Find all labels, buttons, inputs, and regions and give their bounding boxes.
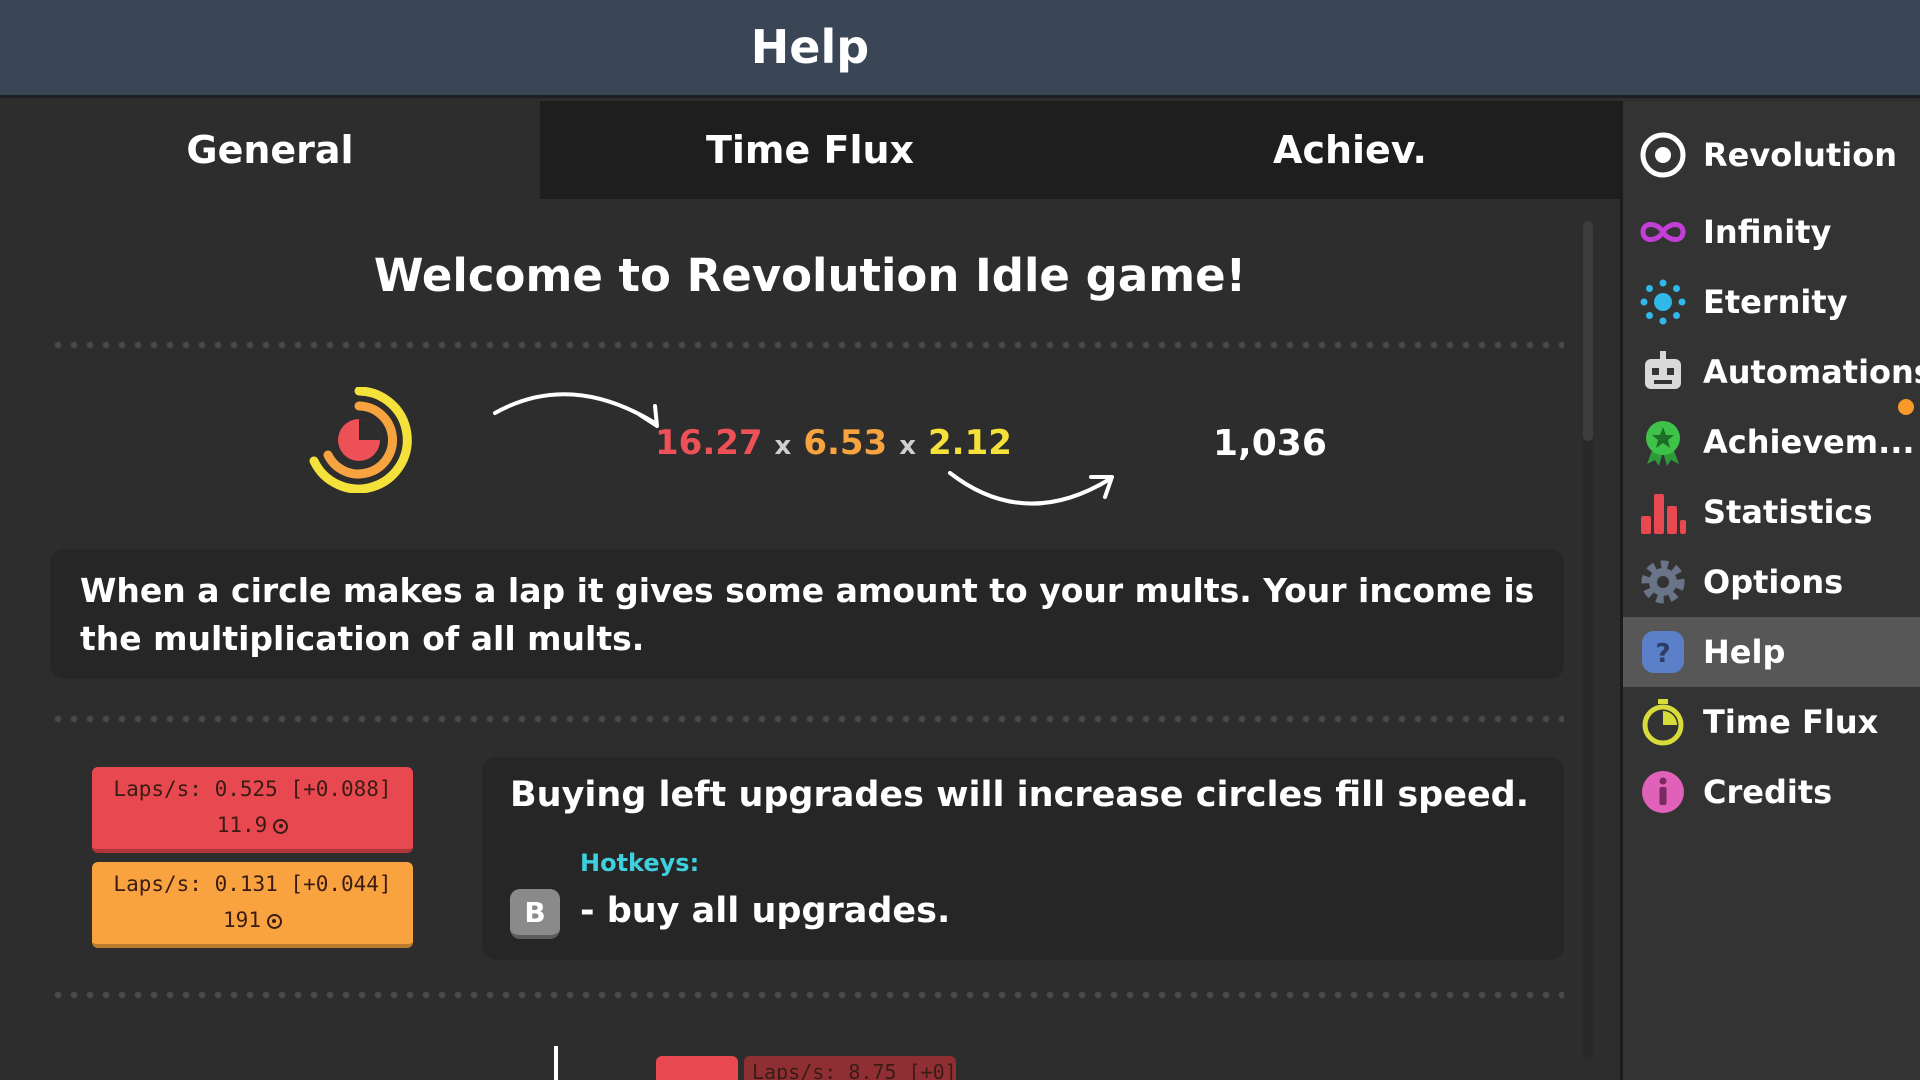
question-icon: ?	[1639, 628, 1687, 676]
sidebar-item-achievements[interactable]: Achievem...	[1623, 399, 1920, 477]
upgrade-button[interactable]	[656, 1056, 738, 1080]
gear-icon	[1639, 558, 1687, 606]
upgrade-cost: 191	[92, 902, 413, 938]
bar-chart-icon	[1639, 488, 1687, 536]
sidebar-item-statistics[interactable]: Statistics	[1623, 477, 1920, 547]
cursor-line	[554, 1046, 558, 1080]
sidebar-item-label: Time Flux	[1703, 703, 1879, 741]
multiply-sign: x	[899, 431, 916, 461]
mult-value: 16.27	[655, 423, 763, 463]
tab-achievements[interactable]: Achiev.	[1080, 101, 1620, 199]
upgrade-label: Laps/s: 0.525 [+0.088]	[113, 777, 392, 801]
help-panel: General Time Flux Achiev. Welcome to Rev…	[0, 101, 1620, 1080]
sidebar-item-label: Options	[1703, 563, 1844, 601]
dotted-divider	[50, 341, 1564, 349]
multiply-sign: x	[774, 431, 792, 461]
revolution-circle-icon	[309, 387, 412, 493]
hotkeys-label: Hotkeys:	[580, 849, 700, 877]
tab-time-flux[interactable]: Time Flux	[540, 101, 1080, 199]
sidebar-item-time-flux[interactable]: Time Flux	[1623, 687, 1920, 757]
sidebar-item-infinity[interactable]: Infinity	[1623, 197, 1920, 267]
info-icon	[1639, 768, 1687, 816]
sidebar-item-label: Help	[1703, 633, 1786, 671]
stopwatch-icon	[1639, 698, 1687, 746]
sidebar-item-eternity[interactable]: Eternity	[1623, 267, 1920, 337]
robot-icon	[1639, 348, 1687, 396]
sidebar-item-credits[interactable]: Credits	[1623, 757, 1920, 827]
hotkey-description: - buy all upgrades.	[580, 891, 951, 931]
sidebar-item-automations[interactable]: Automations	[1623, 337, 1920, 407]
infinity-icon	[1639, 208, 1687, 256]
tab-general[interactable]: General	[0, 101, 540, 199]
revolution-icon	[1639, 131, 1687, 179]
upgrades-info-box: Buying left upgrades will increase circl…	[482, 757, 1564, 960]
sidebar-item-label: Automations	[1703, 353, 1920, 391]
currency-icon	[273, 818, 289, 834]
notification-dot	[1898, 399, 1914, 415]
sidebar-item-label: Credits	[1703, 773, 1833, 811]
sidebar-item-label: Eternity	[1703, 283, 1848, 321]
sidebar-item-help[interactable]: ? Help	[1623, 617, 1920, 687]
upgrade-button[interactable]: Laps/s: 0.131 [+0.044] 191	[92, 862, 413, 948]
welcome-heading: Welcome to Revolution Idle game!	[373, 249, 1247, 302]
mult-value: 2.12	[928, 423, 1012, 463]
sidebar-item-revolution[interactable]: Revolution	[1623, 120, 1920, 190]
upgrade-button[interactable]: Laps/s: 0.525 [+0.088] 11.9	[92, 767, 413, 853]
upgrade-cost-value: 11.9	[216, 813, 268, 837]
currency-icon	[266, 913, 282, 929]
achievement-ribbon-icon	[1639, 418, 1687, 466]
sidebar-item-label: Achievem...	[1703, 423, 1915, 461]
help-tabs: General Time Flux Achiev.	[0, 101, 1620, 199]
income-result: 1,036	[1213, 423, 1327, 464]
eternity-icon	[1639, 278, 1687, 326]
mult-value: 6.53	[803, 423, 888, 463]
dotted-divider	[50, 991, 1564, 999]
page-title: Help	[750, 20, 870, 74]
upgrades-description: Buying left upgrades will increase circl…	[510, 775, 1530, 815]
arrow-icon	[948, 471, 1114, 506]
upgrade-cost: 11.9	[92, 807, 413, 843]
svg-text:?: ?	[1655, 639, 1670, 669]
sidebar-item-label: Infinity	[1703, 213, 1832, 251]
sidebar-item-label: Statistics	[1703, 493, 1873, 531]
hotkey-key: B	[510, 889, 560, 939]
mults-description: When a circle makes a lap it gives some …	[80, 571, 1535, 658]
upgrade-label: Laps/s: 8.75 [+0]	[744, 1056, 956, 1080]
mults-info-box: When a circle makes a lap it gives some …	[50, 549, 1564, 679]
sidebar: Revolution Infinity Eternity Automations…	[1620, 101, 1920, 1080]
sidebar-item-label: Revolution	[1703, 136, 1897, 174]
sidebar-item-options[interactable]: Options	[1623, 547, 1920, 617]
top-bar: Help	[0, 0, 1920, 98]
upgrade-label: Laps/s: 0.131 [+0.044]	[113, 872, 392, 896]
upgrade-cost-value: 191	[223, 908, 261, 932]
mults-formula: 16.27 x 6.53 x 2.12	[655, 423, 1012, 463]
dotted-divider	[50, 715, 1564, 723]
arrow-icon	[493, 392, 659, 428]
